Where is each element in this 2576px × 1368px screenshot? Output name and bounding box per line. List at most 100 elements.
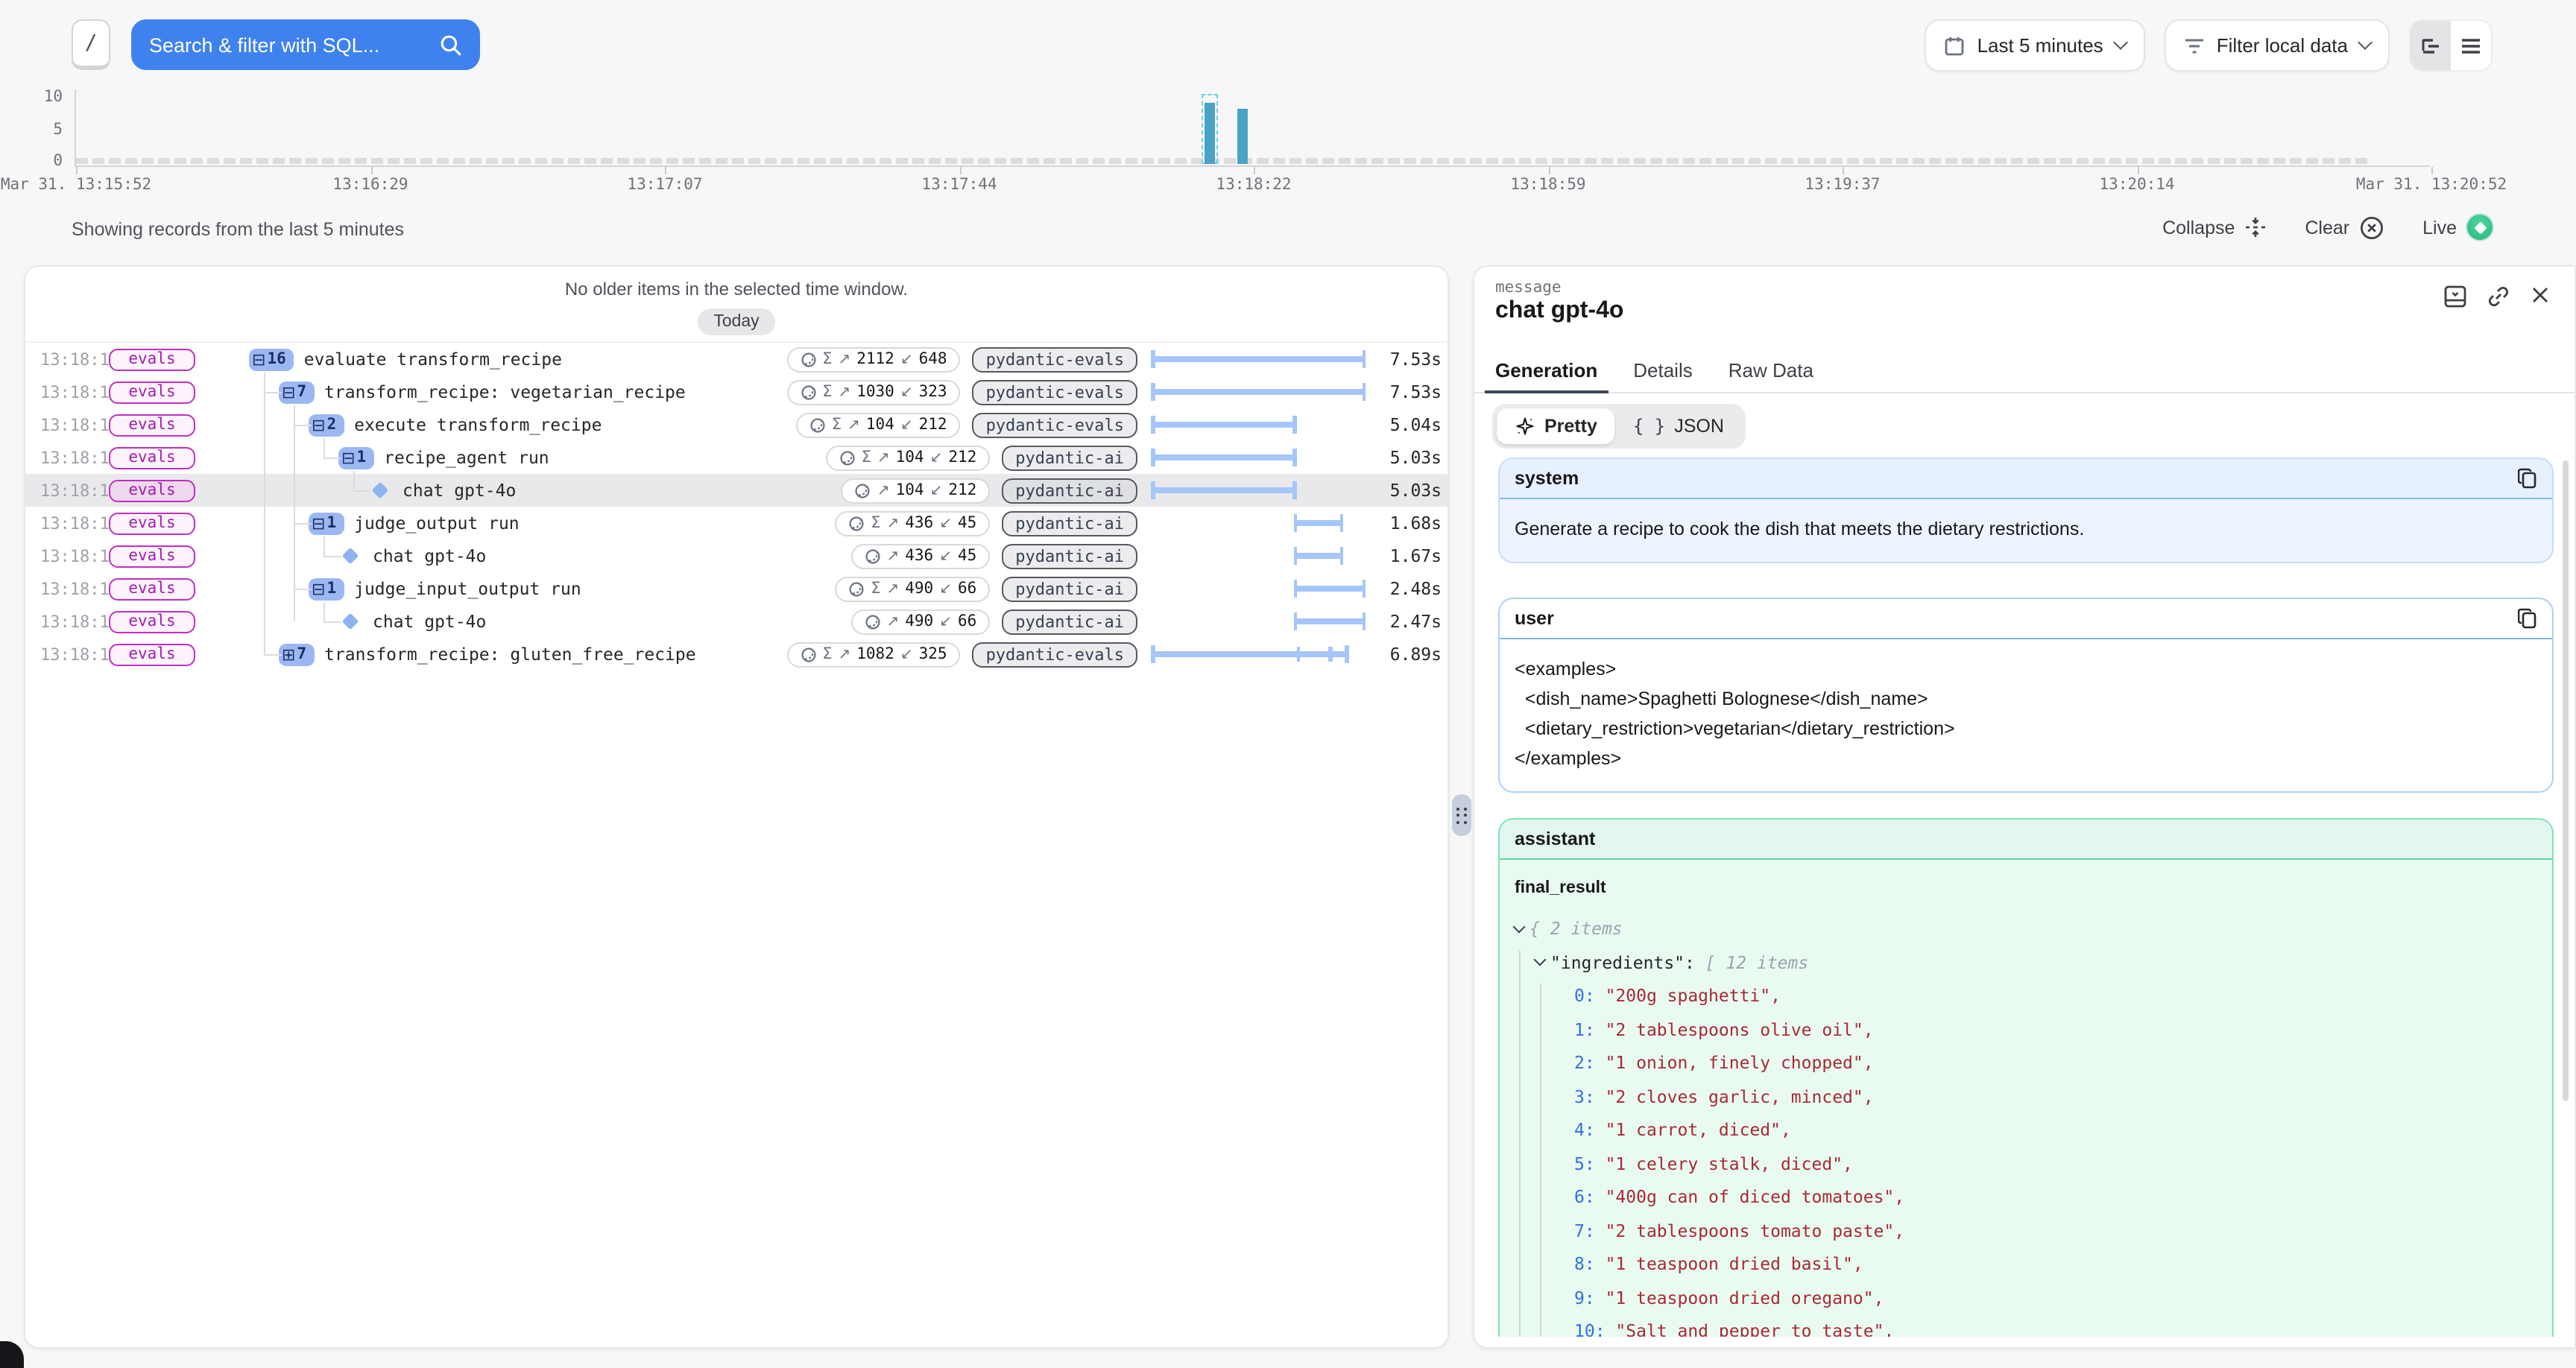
instrumentation-tag[interactable]: pydantic-ai — [1002, 445, 1137, 470]
collapse-chevron-icon[interactable] — [1534, 954, 1547, 966]
trace-row[interactable]: 13:18:16evals⊟1judge_input_output runΣ↗4… — [25, 572, 1448, 605]
token-usage-badge[interactable]: Σ↗2112↙648 — [786, 346, 960, 372]
pretty-format-button[interactable]: Pretty — [1497, 408, 1615, 444]
trace-row[interactable]: 13:18:11evals⊟2execute transform_recipeΣ… — [25, 408, 1448, 441]
env-badge-evals[interactable]: evals — [109, 643, 195, 665]
histogram-bar[interactable] — [1237, 109, 1248, 164]
tab-raw-data[interactable]: Raw Data — [1729, 359, 1813, 392]
span-name[interactable]: chat gpt-4o — [402, 480, 516, 501]
collapse-children-badge[interactable]: ⊟16 — [249, 348, 294, 370]
env-badge-evals[interactable]: evals — [109, 446, 195, 469]
token-usage-badge[interactable]: Σ↗1030↙323 — [786, 379, 960, 405]
token-usage-badge[interactable]: Σ↗490↙66 — [835, 576, 990, 601]
view-mode-toggle — [2409, 19, 2493, 72]
copy-icon[interactable] — [2518, 468, 2537, 489]
instrumentation-tag[interactable]: pydantic-evals — [973, 346, 1137, 372]
env-badge-evals[interactable]: evals — [109, 381, 195, 403]
token-usage-badge[interactable]: Σ↗104↙212 — [826, 445, 991, 470]
instrumentation-tag[interactable]: pydantic-ai — [1002, 543, 1137, 569]
trace-row[interactable]: 13:18:11evals⊟16evaluate transform_recip… — [25, 343, 1448, 376]
span-name[interactable]: judge_output run — [354, 513, 520, 533]
instrumentation-tag[interactable]: pydantic-evals — [973, 412, 1137, 437]
showing-records-text: Showing records from the last 5 minutes — [72, 219, 404, 240]
json-format-button[interactable]: { } JSON — [1615, 408, 1742, 444]
row-duration: 6.89s — [1376, 644, 1442, 665]
time-range-dropdown[interactable]: Last 5 minutes — [1925, 19, 2145, 72]
clear-button[interactable]: Clear — [2305, 215, 2384, 239]
trace-row[interactable]: 13:18:16evals⊟1judge_output runΣ↗436↙45p… — [25, 507, 1448, 539]
env-badge-evals[interactable]: evals — [109, 545, 195, 567]
list-view-button[interactable] — [2451, 21, 2491, 70]
slash-shortcut-key[interactable]: / — [72, 19, 110, 70]
instrumentation-tag[interactable]: pydantic-ai — [1002, 576, 1137, 601]
tab-generation[interactable]: Generation — [1495, 359, 1597, 392]
dock-panel-bottom-icon[interactable] — [2443, 285, 2467, 308]
detail-tabs: Generation Details Raw Data — [1474, 359, 2575, 393]
live-toggle[interactable]: Live — [2422, 215, 2493, 240]
token-coin-icon — [839, 449, 856, 466]
expand-children-badge[interactable]: ⊞7 — [279, 643, 314, 665]
env-badge-evals[interactable]: evals — [109, 577, 195, 600]
sum-sigma-icon: Σ — [862, 449, 871, 466]
span-name[interactable]: judge_input_output run — [354, 578, 581, 599]
trace-row[interactable]: 13:18:11evals⊟1recipe_agent runΣ↗104↙212… — [25, 441, 1448, 474]
collapse-chevron-icon[interactable] — [1513, 920, 1526, 933]
token-usage-badge[interactable]: Σ↗1082↙325 — [786, 642, 960, 667]
histogram-bar[interactable] — [1205, 103, 1216, 164]
env-badge-evals[interactable]: evals — [109, 348, 195, 370]
span-name[interactable]: evaluate transform_recipe — [304, 349, 562, 370]
collapse-children-badge[interactable]: ⊟7 — [279, 381, 314, 403]
x-axis-tick-label: Mar 31. 13:15:52 — [1, 176, 151, 194]
final-result-json-tree: { 2 items"ingredients": [ 12 items0: "20… — [1515, 912, 2537, 1337]
filter-local-data-dropdown[interactable]: Filter local data — [2165, 19, 2390, 72]
token-usage-badge[interactable]: ↗490↙66 — [850, 609, 990, 634]
token-usage-badge[interactable]: ↗104↙212 — [842, 478, 990, 503]
span-name[interactable]: chat gpt-4o — [373, 545, 486, 566]
collapse-children-badge[interactable]: ⊟1 — [309, 512, 344, 534]
user-message-card: user <examples> <dish_name>Spaghetti Bol… — [1498, 598, 2554, 793]
token-usage-badge[interactable]: Σ↗436↙45 — [835, 510, 990, 536]
collapse-children-badge[interactable]: ⊟1 — [338, 446, 373, 469]
minus-square-icon: ⊟ — [312, 415, 325, 434]
close-icon[interactable] — [2530, 285, 2551, 308]
collapse-button[interactable]: Collapse — [2162, 216, 2266, 238]
instrumentation-tag[interactable]: pydantic-evals — [973, 379, 1137, 405]
trace-row[interactable]: 13:18:11evalschat gpt-4o↗104↙212pydantic… — [25, 474, 1448, 507]
token-coin-icon — [800, 384, 816, 400]
tree-view-button[interactable] — [2411, 21, 2451, 70]
x-axis-tick-mark — [1843, 167, 1844, 174]
trace-row[interactable]: 13:18:11evals⊟7transform_recipe: vegetar… — [25, 376, 1448, 408]
records-histogram[interactable]: Mar 31. 13:15:5213:16:2913:17:0713:17:44… — [75, 89, 2430, 167]
instrumentation-tag[interactable]: pydantic-ai — [1002, 478, 1137, 503]
search-input[interactable]: Search & filter with SQL... — [131, 19, 480, 70]
token-usage-badge[interactable]: ↗436↙45 — [850, 543, 990, 569]
env-badge-evals[interactable]: evals — [109, 479, 195, 501]
ingredient-item: 6: "400g can of diced tomatoes", — [1515, 1180, 2537, 1214]
copy-link-icon[interactable] — [2487, 285, 2510, 308]
env-badge-evals[interactable]: evals — [109, 414, 195, 436]
token-usage-badge[interactable]: Σ↗104↙212 — [796, 412, 961, 437]
trace-row[interactable]: 13:18:16evalschat gpt-4o↗490↙66pydantic-… — [25, 605, 1448, 638]
panel-resize-handle[interactable] — [1452, 794, 1471, 836]
span-name[interactable]: chat gpt-4o — [373, 611, 486, 632]
ingredient-item: 7: "2 tablespoons tomato paste", — [1515, 1214, 2537, 1247]
detail-scrollbar[interactable] — [2563, 460, 2569, 1101]
span-name[interactable]: transform_recipe: vegetarian_recipe — [324, 381, 686, 402]
env-badge-evals[interactable]: evals — [109, 610, 195, 633]
trace-row[interactable]: 13:18:11evals⊞7transform_recipe: gluten_… — [25, 638, 1448, 671]
instrumentation-tag[interactable]: pydantic-evals — [973, 642, 1137, 667]
instrumentation-tag[interactable]: pydantic-ai — [1002, 609, 1137, 634]
span-name[interactable]: recipe_agent run — [384, 447, 549, 468]
tab-details[interactable]: Details — [1633, 359, 1693, 392]
collapse-children-badge[interactable]: ⊟2 — [309, 414, 344, 436]
chevron-down-icon — [2358, 35, 2373, 50]
span-name[interactable]: transform_recipe: gluten_free_recipe — [324, 644, 696, 665]
instrumentation-tag[interactable]: pydantic-ai — [1002, 510, 1137, 536]
collapse-children-badge[interactable]: ⊟1 — [309, 577, 344, 600]
copy-icon[interactable] — [2518, 608, 2537, 629]
assistant-role-label: assistant — [1515, 829, 1595, 849]
trace-row[interactable]: 13:18:16evalschat gpt-4o↗436↙45pydantic-… — [25, 539, 1448, 572]
ingredient-item: 2: "1 onion, finely chopped", — [1515, 1046, 2537, 1080]
env-badge-evals[interactable]: evals — [109, 512, 195, 534]
span-name[interactable]: execute transform_recipe — [354, 414, 602, 435]
